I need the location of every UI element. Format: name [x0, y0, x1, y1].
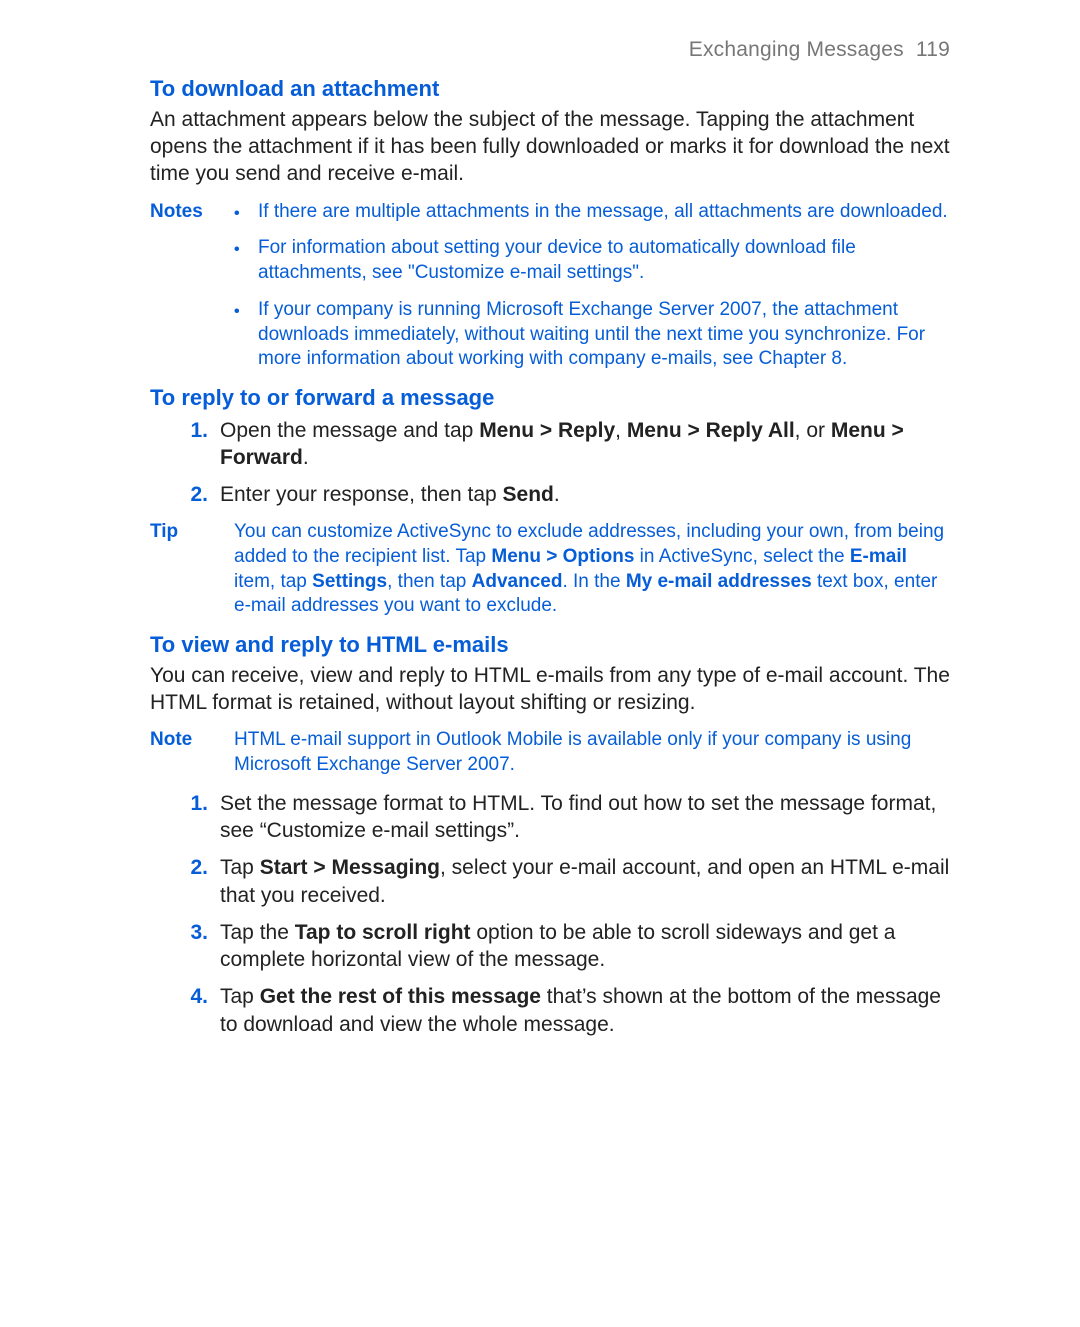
steps-reply-forward: 1. Open the message and tap Menu > Reply… — [184, 417, 950, 509]
page-number: 119 — [916, 38, 950, 61]
note-item: • If your company is running Microsoft E… — [234, 298, 950, 372]
tip-label: Tip — [150, 520, 210, 619]
step-text: Open the message and tap Menu > Reply, M… — [220, 417, 950, 472]
step-text: Set the message format to HTML. To find … — [220, 790, 950, 845]
note-item: • For information about setting your dev… — [234, 236, 950, 285]
step-text: Enter your response, then tap Send. — [220, 481, 950, 508]
bullet-icon: • — [234, 200, 244, 225]
step-number: 3. — [184, 919, 208, 974]
step-number: 1. — [184, 790, 208, 845]
step-item: 2. Enter your response, then tap Send. — [184, 481, 950, 508]
section-name: Exchanging Messages — [689, 38, 904, 61]
tip-block: Tip You can customize ActiveSync to excl… — [150, 520, 950, 619]
note-block: Note HTML e-mail support in Outlook Mobi… — [150, 728, 950, 777]
step-number: 1. — [184, 417, 208, 472]
bullet-icon: • — [234, 236, 244, 285]
note-text: For information about setting your devic… — [258, 236, 950, 285]
step-item: 3. Tap the Tap to scroll right option to… — [184, 919, 950, 974]
step-item: 1. Set the message format to HTML. To fi… — [184, 790, 950, 845]
para-download-attachment: An attachment appears below the subject … — [150, 106, 950, 188]
tip-body: You can customize ActiveSync to exclude … — [234, 520, 950, 619]
note-text: HTML e-mail support in Outlook Mobile is… — [234, 728, 950, 777]
tip-text: You can customize ActiveSync to exclude … — [234, 520, 950, 619]
step-item: 2. Tap Start > Messaging, select your e-… — [184, 854, 950, 909]
step-number: 4. — [184, 983, 208, 1038]
notes-body: • If there are multiple attachments in t… — [234, 200, 950, 372]
step-number: 2. — [184, 481, 208, 508]
heading-html-emails: To view and reply to HTML e-mails — [150, 631, 950, 660]
step-text: Tap Start > Messaging, select your e-mai… — [220, 854, 950, 909]
step-text: Tap Get the rest of this message that’s … — [220, 983, 950, 1038]
bullet-icon: • — [234, 298, 244, 372]
steps-html-emails: 1. Set the message format to HTML. To fi… — [184, 790, 950, 1038]
heading-download-attachment: To download an attachment — [150, 75, 950, 104]
notes-label: Notes — [150, 200, 210, 372]
step-number: 2. — [184, 854, 208, 909]
notes-block: Notes • If there are multiple attachment… — [150, 200, 950, 372]
note-item: • If there are multiple attachments in t… — [234, 200, 950, 225]
step-item: 1. Open the message and tap Menu > Reply… — [184, 417, 950, 472]
note-body: HTML e-mail support in Outlook Mobile is… — [234, 728, 950, 777]
step-item: 4. Tap Get the rest of this message that… — [184, 983, 950, 1038]
note-label: Note — [150, 728, 210, 777]
heading-reply-forward: To reply to or forward a message — [150, 384, 950, 413]
note-text: If there are multiple attachments in the… — [258, 200, 950, 225]
page: Exchanging Messages 119 To download an a… — [0, 0, 1080, 1327]
para-html-emails: You can receive, view and reply to HTML … — [150, 662, 950, 717]
note-text: If your company is running Microsoft Exc… — [258, 298, 950, 372]
step-text: Tap the Tap to scroll right option to be… — [220, 919, 950, 974]
running-header: Exchanging Messages 119 — [150, 36, 950, 63]
